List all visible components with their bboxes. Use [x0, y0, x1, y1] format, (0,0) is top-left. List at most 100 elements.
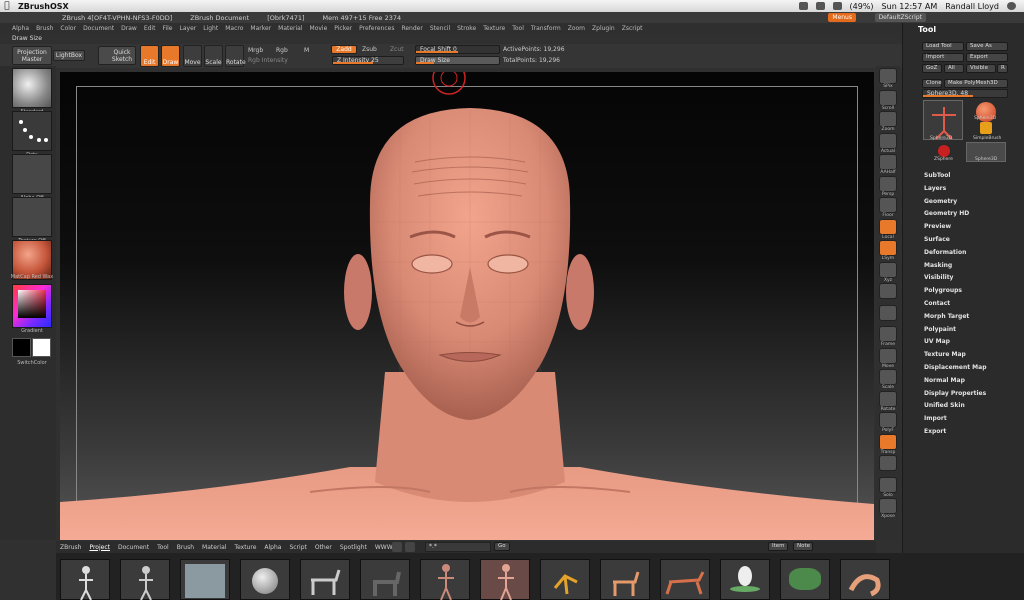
shelf-button-local[interactable] [879, 218, 897, 235]
zcut-button[interactable]: Zcut [390, 46, 404, 53]
import-button[interactable]: Import [922, 53, 964, 62]
lightbox-thumb[interactable] [480, 559, 530, 600]
tool-section-polygroups[interactable]: Polygroups [924, 285, 1019, 298]
lightbox-tab-alpha[interactable]: Alpha [264, 544, 281, 551]
shelf-button-move[interactable] [879, 347, 897, 364]
forward-arrow-icon[interactable] [405, 542, 415, 552]
menu-document[interactable]: Document [83, 25, 114, 32]
menu-stencil[interactable]: Stencil [430, 25, 450, 32]
lightbox-thumb[interactable] [660, 559, 710, 600]
lightbox-thumb[interactable] [60, 559, 110, 600]
shelf-button-lsym[interactable] [879, 240, 897, 256]
lightbox-tab-other[interactable]: Other [315, 544, 332, 551]
menu-file[interactable]: File [162, 25, 172, 32]
make-polymesh-button[interactable]: Make PolyMesh3D [944, 79, 1008, 88]
lightbox-tab-spotlight[interactable]: Spotlight [340, 544, 367, 551]
item-button[interactable]: Item [768, 542, 788, 551]
menu-zoom[interactable]: Zoom [568, 25, 585, 32]
shelf-button-transp[interactable] [879, 433, 897, 450]
lightbox-thumb[interactable] [420, 559, 470, 600]
tool-section-subtool[interactable]: SubTool [924, 170, 1019, 183]
zadd-button[interactable]: Zadd [331, 45, 357, 54]
lightbox-thumb[interactable] [300, 559, 350, 600]
lightbox-thumb[interactable] [120, 559, 170, 600]
shelf-button-frame[interactable] [879, 326, 897, 342]
lightbox-tab-texture[interactable]: Texture [234, 544, 256, 551]
zsphere-icon[interactable] [938, 145, 950, 157]
tool-section-geometry-hd[interactable]: Geometry HD [924, 208, 1019, 221]
shelf-button-polyf[interactable] [879, 412, 897, 428]
menu-color[interactable]: Color [60, 25, 76, 32]
shelf-button-xpose[interactable] [879, 498, 897, 514]
lightbox-search-input[interactable]: *.* [425, 542, 491, 552]
menu-preferences[interactable]: Preferences [359, 25, 394, 32]
switch-color-label[interactable]: SwitchColor [10, 360, 54, 366]
stroke-thumbnail[interactable] [12, 111, 52, 151]
projection-master-button[interactable]: Projection Master [12, 46, 52, 65]
draw-button[interactable]: Draw [161, 45, 180, 67]
save-as-button[interactable]: Save As [966, 42, 1008, 51]
tool-section-preview[interactable]: Preview [924, 221, 1019, 234]
tool-section-polypaint[interactable]: Polypaint [924, 324, 1019, 337]
rgb-button[interactable]: Rgb [276, 47, 288, 54]
tool-palette-title[interactable]: Tool [918, 25, 936, 34]
apple-icon[interactable]:  [0, 1, 14, 11]
tool-section-display-properties[interactable]: Display Properties [924, 388, 1019, 401]
menu-zplugin[interactable]: Zplugin [592, 25, 615, 32]
focal-shift-slider[interactable]: Focal Shift 0 [415, 45, 500, 54]
brush-thumbnail[interactable] [12, 68, 52, 108]
lightbox-tab-script[interactable]: Script [289, 544, 306, 551]
head-model[interactable] [60, 72, 874, 540]
secondary-color-swatch[interactable] [32, 338, 51, 357]
tool-section-visibility[interactable]: Visibility [924, 272, 1019, 285]
lightbox-thumb[interactable] [180, 559, 230, 600]
tool-section-deformation[interactable]: Deformation [924, 247, 1019, 260]
menu-macro[interactable]: Macro [225, 25, 243, 32]
menu-edit[interactable]: Edit [144, 25, 156, 32]
tool-section-texture-map[interactable]: Texture Map [924, 349, 1019, 362]
app-name[interactable]: ZBrushOSX [18, 2, 69, 11]
goz-button[interactable]: GoZ [922, 64, 942, 73]
tool-section-normal-map[interactable]: Normal Map [924, 375, 1019, 388]
back-arrow-icon[interactable] [392, 542, 402, 552]
lightbox-tab-www[interactable]: WWW [375, 544, 393, 551]
quick-sketch-button[interactable]: Quick Sketch [98, 46, 136, 65]
shelf-button-scroll[interactable] [879, 89, 897, 106]
user-name[interactable]: Randall Lloyd [945, 2, 999, 11]
all-button[interactable]: All [944, 64, 964, 73]
load-tool-button[interactable]: Load Tool [922, 42, 964, 51]
shelf-button-scale[interactable] [879, 369, 897, 385]
clock[interactable]: Sun 12:57 AM [882, 2, 938, 11]
lightbox-thumb[interactable] [600, 559, 650, 600]
shelf-button-rotate[interactable] [879, 390, 897, 407]
menu-render[interactable]: Render [401, 25, 422, 32]
menu-texture[interactable]: Texture [483, 25, 505, 32]
menu-transform[interactable]: Transform [531, 25, 561, 32]
volume-icon[interactable] [815, 2, 825, 10]
shelf-button-actual[interactable] [879, 132, 897, 149]
export-button[interactable]: Export [966, 53, 1008, 62]
mrgb-button[interactable]: Mrgb [248, 47, 263, 54]
spotlight-icon[interactable] [1007, 2, 1016, 10]
menu-draw[interactable]: Draw [121, 25, 137, 32]
main-color-swatch[interactable] [12, 338, 31, 357]
menu-marker[interactable]: Marker [250, 25, 271, 32]
lightbox-tab-document[interactable]: Document [118, 544, 149, 551]
menu-material[interactable]: Material [278, 25, 302, 32]
shelf-button-blank-10[interactable] [879, 283, 897, 299]
tool-section-contact[interactable]: Contact [924, 298, 1019, 311]
lightbox-tab-tool[interactable]: Tool [157, 544, 169, 551]
shelf-button-blank-11[interactable] [879, 304, 897, 321]
menu-zscript[interactable]: Zscript [622, 25, 643, 32]
shelf-button-zoom[interactable] [879, 111, 897, 127]
menu-layer[interactable]: Layer [180, 25, 197, 32]
default-script-button[interactable]: DefaultZScript [874, 13, 926, 22]
menu-alpha[interactable]: Alpha [12, 25, 29, 32]
menu-brush[interactable]: Brush [36, 25, 53, 32]
visible-button[interactable]: Visible [966, 64, 996, 73]
texture-thumbnail[interactable] [12, 197, 52, 237]
battery-icon[interactable] [832, 2, 842, 10]
tool-section-export[interactable]: Export [924, 426, 1019, 439]
tool-thumb-sphere3d[interactable] [923, 100, 963, 140]
edit-button[interactable]: Edit [140, 45, 159, 67]
